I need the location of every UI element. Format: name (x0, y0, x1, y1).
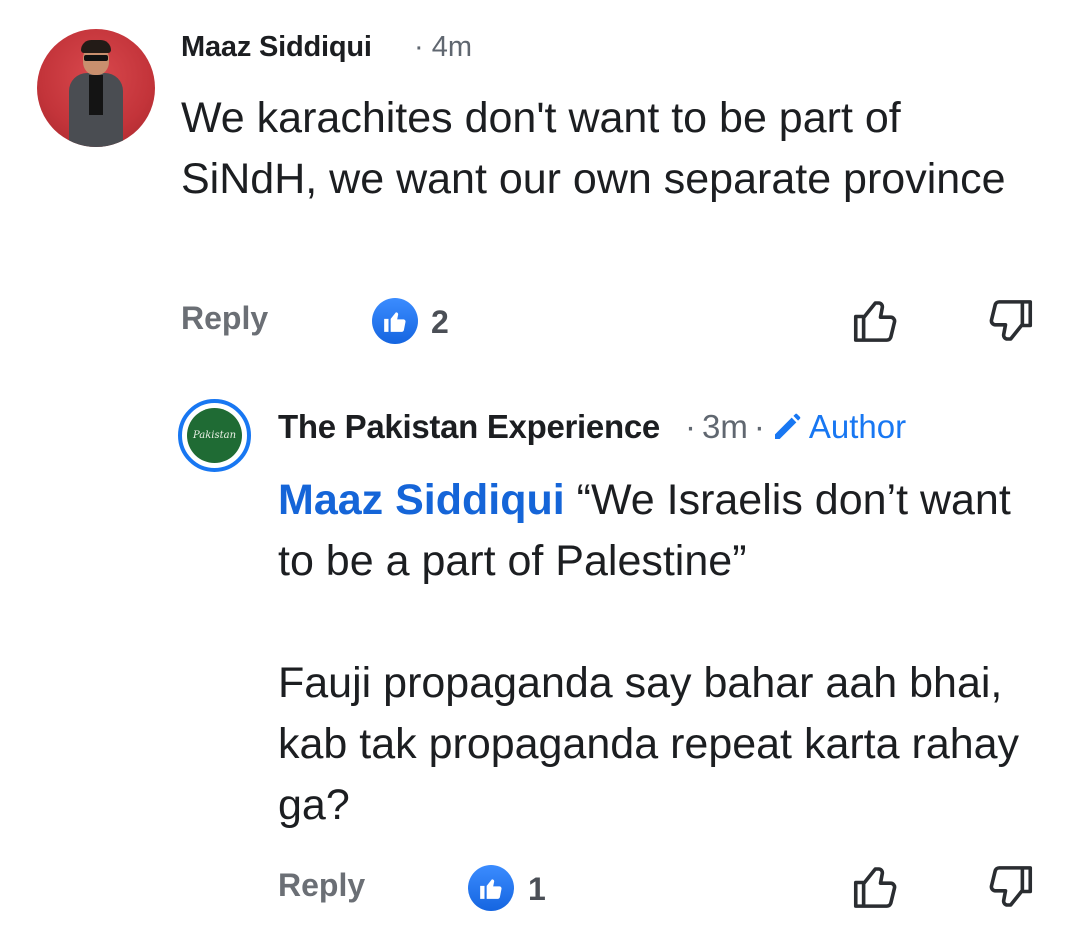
page-logo: Pakistan (187, 408, 242, 463)
dislike-outline-icon[interactable] (983, 294, 1037, 348)
page-avatar[interactable]: Pakistan (178, 399, 251, 472)
comment-author-name[interactable]: Maaz Siddiqui (181, 31, 372, 64)
commenter-avatar[interactable] (37, 29, 155, 147)
author-badge: Author (808, 408, 907, 445)
comment-text: Maaz Siddiqui “We Israelis don’t want to… (278, 476, 1020, 829)
thumbs-up-icon (372, 298, 418, 344)
like-outline-icon[interactable] (849, 860, 903, 914)
comment-author-name[interactable]: The Pakistan Experience (278, 408, 660, 446)
mention-link[interactable]: Maaz Siddiqui (278, 476, 565, 524)
dislike-outline-icon[interactable] (983, 860, 1037, 914)
pencil-icon (774, 413, 801, 439)
like-outline-icon[interactable] (849, 294, 903, 348)
comment-timestamp: 3m (702, 408, 748, 445)
reaction-count[interactable]: 2 (431, 304, 449, 341)
reply-button[interactable]: Reply (278, 867, 365, 904)
comment-text: We karachites don't want to be part of S… (181, 94, 1006, 203)
reply-button[interactable]: Reply (181, 300, 268, 337)
thumbs-up-icon (468, 865, 514, 911)
comment-meta: · 3m · Author (685, 408, 907, 445)
reaction-count[interactable]: 1 (528, 871, 546, 908)
comment-timestamp: · 4m (414, 31, 473, 63)
